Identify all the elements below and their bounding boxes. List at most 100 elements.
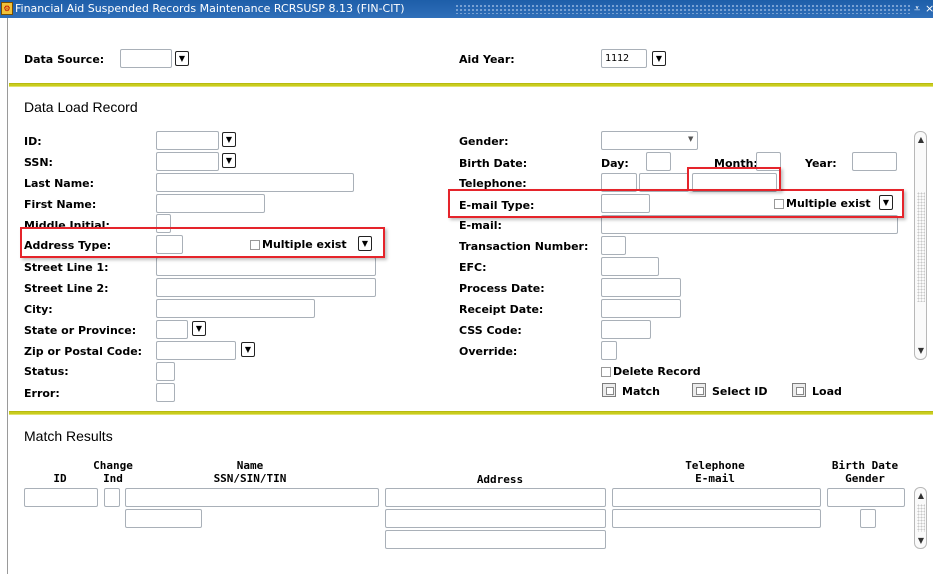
gender-label: Gender: <box>459 135 509 148</box>
result-address-line1-input[interactable] <box>385 488 606 507</box>
data-source-dropdown-icon[interactable]: ▼ <box>175 51 189 66</box>
ssn-label: SSN: <box>24 156 53 169</box>
id-label: ID: <box>24 135 42 148</box>
select-id-icon[interactable] <box>692 383 706 397</box>
col-telephone-header-line2: E-mail <box>695 472 735 485</box>
street-line-1-input[interactable] <box>156 257 376 276</box>
window-left-border <box>0 18 8 574</box>
select-id-button[interactable]: Select ID <box>712 385 767 398</box>
css-code-input[interactable] <box>601 320 651 339</box>
delete-record-checkbox[interactable] <box>601 367 611 377</box>
col-id-header: ID <box>53 472 67 485</box>
aid-year-dropdown-icon[interactable]: ▼ <box>652 51 666 66</box>
delete-record-label: Delete Record <box>613 365 701 378</box>
city-label: City: <box>24 303 53 316</box>
result-address-line2-input[interactable] <box>385 509 606 528</box>
load-button[interactable]: Load <box>812 385 842 398</box>
birth-date-label: Birth Date: <box>459 157 528 170</box>
col-telephone-header-line1: Telephone <box>685 459 745 472</box>
override-input[interactable] <box>601 341 617 360</box>
result-ssn-input[interactable] <box>125 509 202 528</box>
col-name-header-line2: SSN/SIN/TIN <box>213 472 287 485</box>
gender-chevron-down-icon[interactable]: ▼ <box>688 135 693 143</box>
result-address-line3-input[interactable] <box>385 530 606 549</box>
id-dropdown-icon[interactable]: ▼ <box>222 132 236 147</box>
minimize-icon[interactable]: ⩡ <box>914 0 920 18</box>
state-dropdown-icon[interactable]: ▼ <box>192 321 206 336</box>
state-input[interactable] <box>156 320 188 339</box>
col-change-header-line2: Ind <box>103 472 123 485</box>
efc-input[interactable] <box>601 257 659 276</box>
ssn-dropdown-icon[interactable]: ▼ <box>222 153 236 168</box>
street-line-1-label: Street Line 1: <box>24 261 109 274</box>
results-scroll-down-icon[interactable]: ▼ <box>916 536 926 546</box>
window-title-bar: ⚙ Financial Aid Suspended Records Mainte… <box>0 0 933 18</box>
data-source-input[interactable] <box>120 49 172 68</box>
col-change-header-line1: Change <box>93 459 133 472</box>
transaction-number-label: Transaction Number: <box>459 240 589 253</box>
col-name-header-line1: Name <box>236 459 264 472</box>
data-source-label: Data Source: <box>24 53 105 66</box>
results-scroll-up-icon[interactable]: ▲ <box>916 491 926 501</box>
data-load-record-scrollbar[interactable]: ▲ ▼ <box>914 131 927 360</box>
col-birth-date-header-line1: Birth Date <box>831 459 899 472</box>
result-name-input[interactable] <box>125 488 379 507</box>
zip-input[interactable] <box>156 341 236 360</box>
result-change-ind-input[interactable] <box>104 488 120 507</box>
css-code-label: CSS Code: <box>459 324 522 337</box>
window-title: Financial Aid Suspended Records Maintena… <box>15 2 405 15</box>
id-input[interactable] <box>156 131 219 150</box>
aid-year-label: Aid Year: <box>459 53 515 66</box>
override-label: Override: <box>459 345 518 358</box>
email-label: E-mail: <box>459 219 502 232</box>
process-date-input[interactable] <box>601 278 681 297</box>
status-input[interactable] <box>156 362 175 381</box>
address-type-highlight <box>20 227 385 258</box>
results-scrollbar-grip[interactable] <box>917 504 925 532</box>
process-date-label: Process Date: <box>459 282 545 295</box>
error-label: Error: <box>24 387 60 400</box>
birth-year-input[interactable] <box>852 152 897 171</box>
match-results-title: Match Results <box>24 428 113 444</box>
street-line-2-label: Street Line 2: <box>24 282 109 295</box>
receipt-date-label: Receipt Date: <box>459 303 544 316</box>
section-divider-1 <box>9 83 933 87</box>
gender-select[interactable] <box>601 131 698 150</box>
transaction-number-input[interactable] <box>601 236 626 255</box>
result-gender-input[interactable] <box>860 509 876 528</box>
last-name-input[interactable] <box>156 173 354 192</box>
load-icon[interactable] <box>792 383 806 397</box>
birth-day-input[interactable] <box>646 152 671 171</box>
match-button[interactable]: Match <box>622 385 660 398</box>
result-telephone-input[interactable] <box>612 488 821 507</box>
telephone-extension-highlight <box>687 167 781 191</box>
ssn-input[interactable] <box>156 152 219 171</box>
zip-dropdown-icon[interactable]: ▼ <box>241 342 255 357</box>
error-input[interactable] <box>156 383 175 402</box>
city-input[interactable] <box>156 299 315 318</box>
scroll-up-icon[interactable]: ▲ <box>916 135 926 145</box>
scroll-down-icon[interactable]: ▼ <box>916 346 926 356</box>
result-birth-date-input[interactable] <box>827 488 905 507</box>
aid-year-input[interactable]: 1112 <box>601 49 647 68</box>
section-divider-2 <box>9 411 933 415</box>
scrollbar-grip[interactable] <box>917 192 925 302</box>
app-icon: ⚙ <box>1 2 13 15</box>
zip-label: Zip or Postal Code: <box>24 345 143 358</box>
street-line-2-input[interactable] <box>156 278 376 297</box>
first-name-label: First Name: <box>24 198 97 211</box>
close-icon[interactable]: × <box>925 0 933 18</box>
match-icon[interactable] <box>602 383 616 397</box>
first-name-input[interactable] <box>156 194 265 213</box>
email-type-highlight <box>448 189 904 218</box>
result-email-input[interactable] <box>612 509 821 528</box>
data-load-record-title: Data Load Record <box>24 99 138 115</box>
efc-label: EFC: <box>459 261 487 274</box>
year-label: Year: <box>805 157 837 170</box>
match-results-scrollbar[interactable]: ▲ ▼ <box>914 487 927 549</box>
title-bar-pattern <box>455 4 910 14</box>
col-address-header: Address <box>476 473 524 486</box>
receipt-date-input[interactable] <box>601 299 681 318</box>
day-label: Day: <box>601 157 629 170</box>
result-id-input[interactable] <box>24 488 98 507</box>
